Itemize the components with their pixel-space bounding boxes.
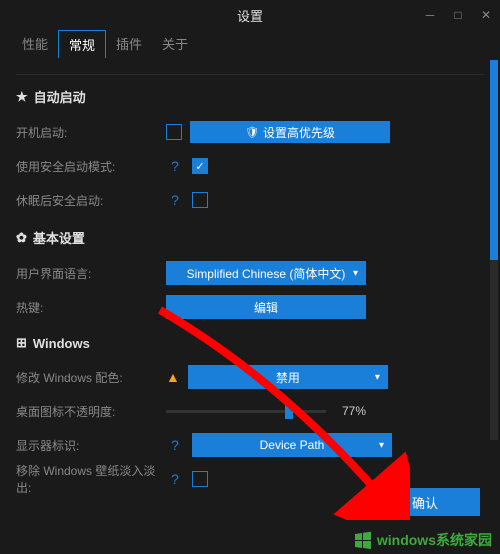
star-icon: ★ xyxy=(16,89,28,105)
section-windows: ⊞ Windows xyxy=(16,335,484,351)
tabs: 性能 常规 插件 关于 xyxy=(0,30,500,58)
aero-label: 在 Aero Peek 运行时取消暂停: xyxy=(16,496,166,498)
warning-icon: ▲ xyxy=(166,369,180,385)
scrollbar-thumb[interactable] xyxy=(490,60,498,260)
slider-track[interactable] xyxy=(166,410,326,413)
hibernate-checkbox[interactable] xyxy=(192,192,208,208)
boot-checkbox[interactable] xyxy=(166,124,182,140)
row-hotkey: 热键: 编辑 xyxy=(16,291,484,323)
language-dropdown[interactable]: Simplified Chinese (简体中文) ▾ xyxy=(166,261,366,285)
chevron-down-icon: ▾ xyxy=(353,268,358,279)
monitor-dropdown[interactable]: Device Path ▾ xyxy=(192,433,392,457)
maximize-button[interactable]: □ xyxy=(444,0,472,30)
help-icon[interactable]: ? xyxy=(166,191,184,209)
slider-thumb[interactable] xyxy=(285,403,293,419)
tab-plugins[interactable]: 插件 xyxy=(106,30,152,58)
footer: 确认 xyxy=(370,488,480,516)
tab-general[interactable]: 常规 xyxy=(58,30,106,58)
windows-logo-icon xyxy=(353,531,373,549)
titlebar-controls: ─ □ ✕ xyxy=(416,0,500,30)
priority-button[interactable]: 🛡 设置高优先级 xyxy=(190,121,390,143)
window-title: 设置 xyxy=(237,6,263,25)
row-boot-start: 开机启动: 🛡 设置高优先级 xyxy=(16,116,484,148)
content-area: ★ 自动启动 开机启动: 🛡 设置高优先级 使用安全启动模式: ? 休眠后安全启… xyxy=(0,58,500,498)
titlebar: 设置 ─ □ ✕ xyxy=(0,0,500,30)
language-label: 用户界面语言: xyxy=(16,265,166,282)
priority-label: 设置高优先级 xyxy=(263,124,335,141)
scrollbar[interactable] xyxy=(490,60,498,440)
monitor-value: Device Path xyxy=(260,438,325,452)
settings-window: 设置 ─ □ ✕ 性能 常规 插件 关于 ★ 自动启动 开机启动: 🛡 设置高优… xyxy=(0,0,500,554)
close-button[interactable]: ✕ xyxy=(472,0,500,30)
chevron-down-icon: ▾ xyxy=(375,372,380,383)
chevron-down-icon: ▾ xyxy=(379,440,384,451)
section-basic: ✿ 基本设置 xyxy=(16,228,484,247)
row-hibernate: 休眠后安全启动: ? xyxy=(16,184,484,216)
tab-performance[interactable]: 性能 xyxy=(12,30,58,58)
help-icon[interactable]: ? xyxy=(166,470,184,488)
row-opacity: 桌面图标不透明度: 77% xyxy=(16,395,484,427)
help-icon[interactable]: ? xyxy=(166,436,184,454)
opacity-slider[interactable]: 77% xyxy=(166,404,366,418)
section-autostart: ★ 自动启动 xyxy=(16,87,484,106)
opacity-value: 77% xyxy=(334,404,366,418)
win-color-label: 修改 Windows 配色: xyxy=(16,369,166,386)
row-language: 用户界面语言: Simplified Chinese (简体中文) ▾ xyxy=(16,257,484,289)
row-monitor-id: 显示器标识: ? Device Path ▾ xyxy=(16,429,484,461)
help-icon[interactable]: ? xyxy=(166,157,184,175)
boot-label: 开机启动: xyxy=(16,124,166,141)
section-autostart-title: 自动启动 xyxy=(34,87,86,106)
divider xyxy=(16,74,484,75)
watermark-text: windows系统家园 xyxy=(377,530,492,550)
minimize-button[interactable]: ─ xyxy=(416,0,444,30)
hibernate-label: 休眠后安全启动: xyxy=(16,192,166,209)
opacity-label: 桌面图标不透明度: xyxy=(16,403,166,420)
safemode-label: 使用安全启动模式: xyxy=(16,158,166,175)
hotkey-label: 热键: xyxy=(16,299,166,316)
row-win-color: 修改 Windows 配色: ▲ 禁用 ▾ xyxy=(16,361,484,393)
fade-checkbox[interactable] xyxy=(192,471,208,487)
tab-about[interactable]: 关于 xyxy=(152,30,198,58)
section-windows-title: Windows xyxy=(33,336,90,351)
safemode-checkbox[interactable] xyxy=(192,158,208,174)
fade-label: 移除 Windows 壁纸淡入淡出: xyxy=(16,462,166,496)
edit-hotkey-button[interactable]: 编辑 xyxy=(166,295,366,319)
section-basic-title: 基本设置 xyxy=(33,228,85,247)
windows-icon: ⊞ xyxy=(16,335,27,351)
watermark: windows系统家园 xyxy=(353,530,492,550)
gear-icon: ✿ xyxy=(16,230,27,246)
win-color-value: 禁用 xyxy=(276,369,300,386)
win-color-dropdown[interactable]: 禁用 ▾ xyxy=(188,365,388,389)
monitor-label: 显示器标识: xyxy=(16,437,166,454)
row-safemode: 使用安全启动模式: ? xyxy=(16,150,484,182)
shield-icon: 🛡 xyxy=(245,126,259,139)
language-value: Simplified Chinese (简体中文) xyxy=(187,265,346,282)
confirm-button[interactable]: 确认 xyxy=(370,488,480,516)
